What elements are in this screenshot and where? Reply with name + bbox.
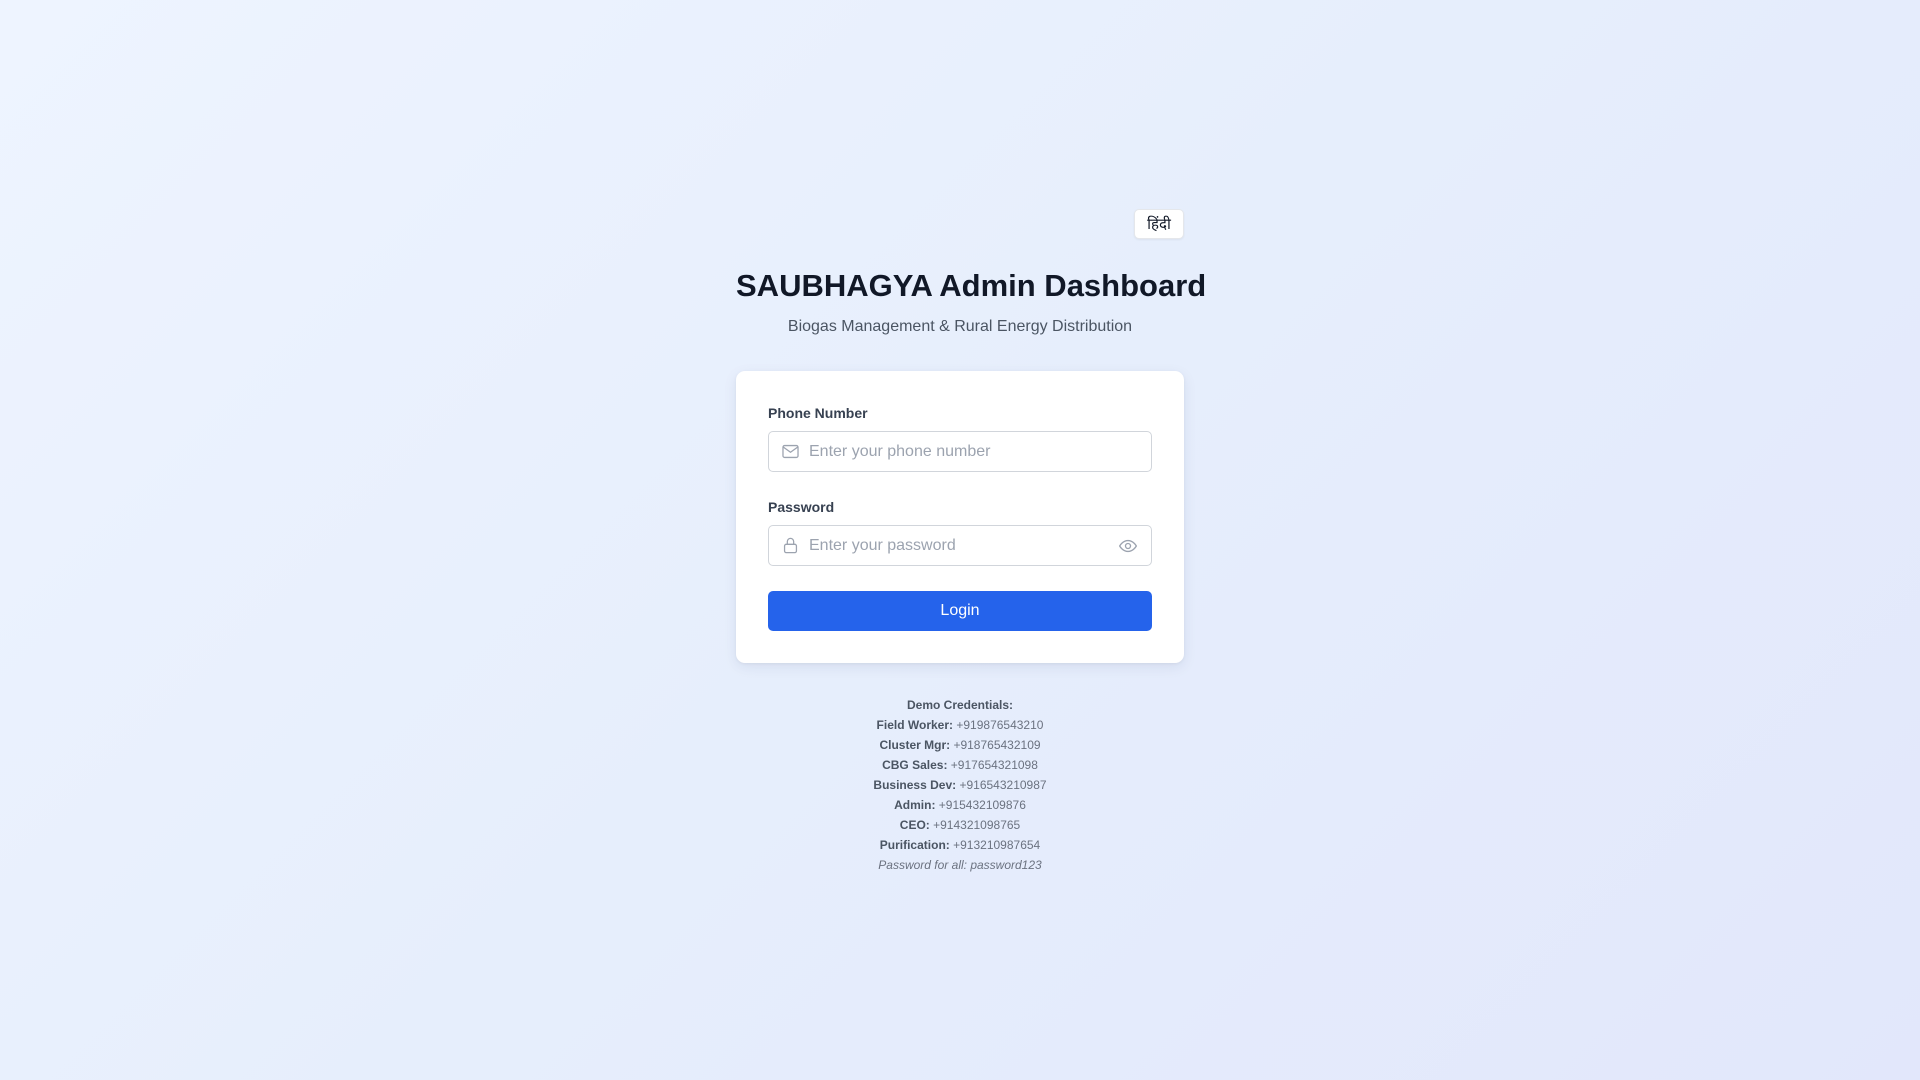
demo-role: CEO: bbox=[899, 818, 930, 832]
password-label: Password bbox=[768, 499, 835, 515]
demo-phone: +919876543210 bbox=[956, 718, 1044, 732]
demo-credential-row: Purification: +913210987654 bbox=[736, 835, 1184, 855]
phone-label: Phone Number bbox=[768, 405, 868, 421]
demo-role: Purification: bbox=[879, 838, 950, 852]
demo-phone: +915432109876 bbox=[938, 798, 1026, 812]
demo-credential-row: Admin: +915432109876 bbox=[736, 795, 1184, 815]
page-title: SAUBHAGYA Admin Dashboard bbox=[736, 268, 1207, 303]
demo-credential-row: Field Worker: +919876543210 bbox=[736, 715, 1184, 735]
login-button[interactable]: Login bbox=[768, 591, 1152, 631]
login-card: Phone Number Password bbox=[736, 371, 1184, 663]
lock-icon bbox=[780, 536, 800, 556]
demo-phone: +917654321098 bbox=[950, 758, 1038, 772]
demo-credential-row: Cluster Mgr: +918765432109 bbox=[736, 735, 1184, 755]
demo-credential-row: Business Dev: +916543210987 bbox=[736, 775, 1184, 795]
show-password-eye-icon[interactable] bbox=[1117, 535, 1139, 557]
demo-role: Field Worker: bbox=[876, 718, 954, 732]
demo-role: Admin: bbox=[894, 798, 936, 812]
demo-credentials: Demo Credentials: Field Worker: +9198765… bbox=[736, 695, 1184, 875]
demo-phone: +914321098765 bbox=[933, 818, 1021, 832]
demo-credential-row: CBG Sales: +917654321098 bbox=[736, 755, 1184, 775]
phone-input[interactable] bbox=[809, 432, 1151, 471]
password-field[interactable] bbox=[768, 525, 1152, 566]
demo-credential-row: CEO: +914321098765 bbox=[736, 815, 1184, 835]
page-subtitle: Biogas Management & Rural Energy Distrib… bbox=[787, 318, 1133, 335]
demo-password-note: Password for all: password123 bbox=[878, 858, 1042, 872]
mail-icon bbox=[780, 442, 800, 462]
demo-phone: +913210987654 bbox=[953, 838, 1041, 852]
password-input[interactable] bbox=[809, 526, 1117, 565]
phone-field[interactable] bbox=[768, 431, 1152, 472]
demo-role: CBG Sales: bbox=[882, 758, 948, 772]
demo-phone: +916543210987 bbox=[959, 778, 1047, 792]
demo-credentials-heading: Demo Credentials: bbox=[906, 698, 1014, 712]
demo-role: Cluster Mgr: bbox=[879, 738, 951, 752]
demo-phone: +918765432109 bbox=[953, 738, 1041, 752]
language-toggle-button[interactable]: हिंदी bbox=[1134, 209, 1184, 239]
demo-role: Business Dev: bbox=[873, 778, 957, 792]
